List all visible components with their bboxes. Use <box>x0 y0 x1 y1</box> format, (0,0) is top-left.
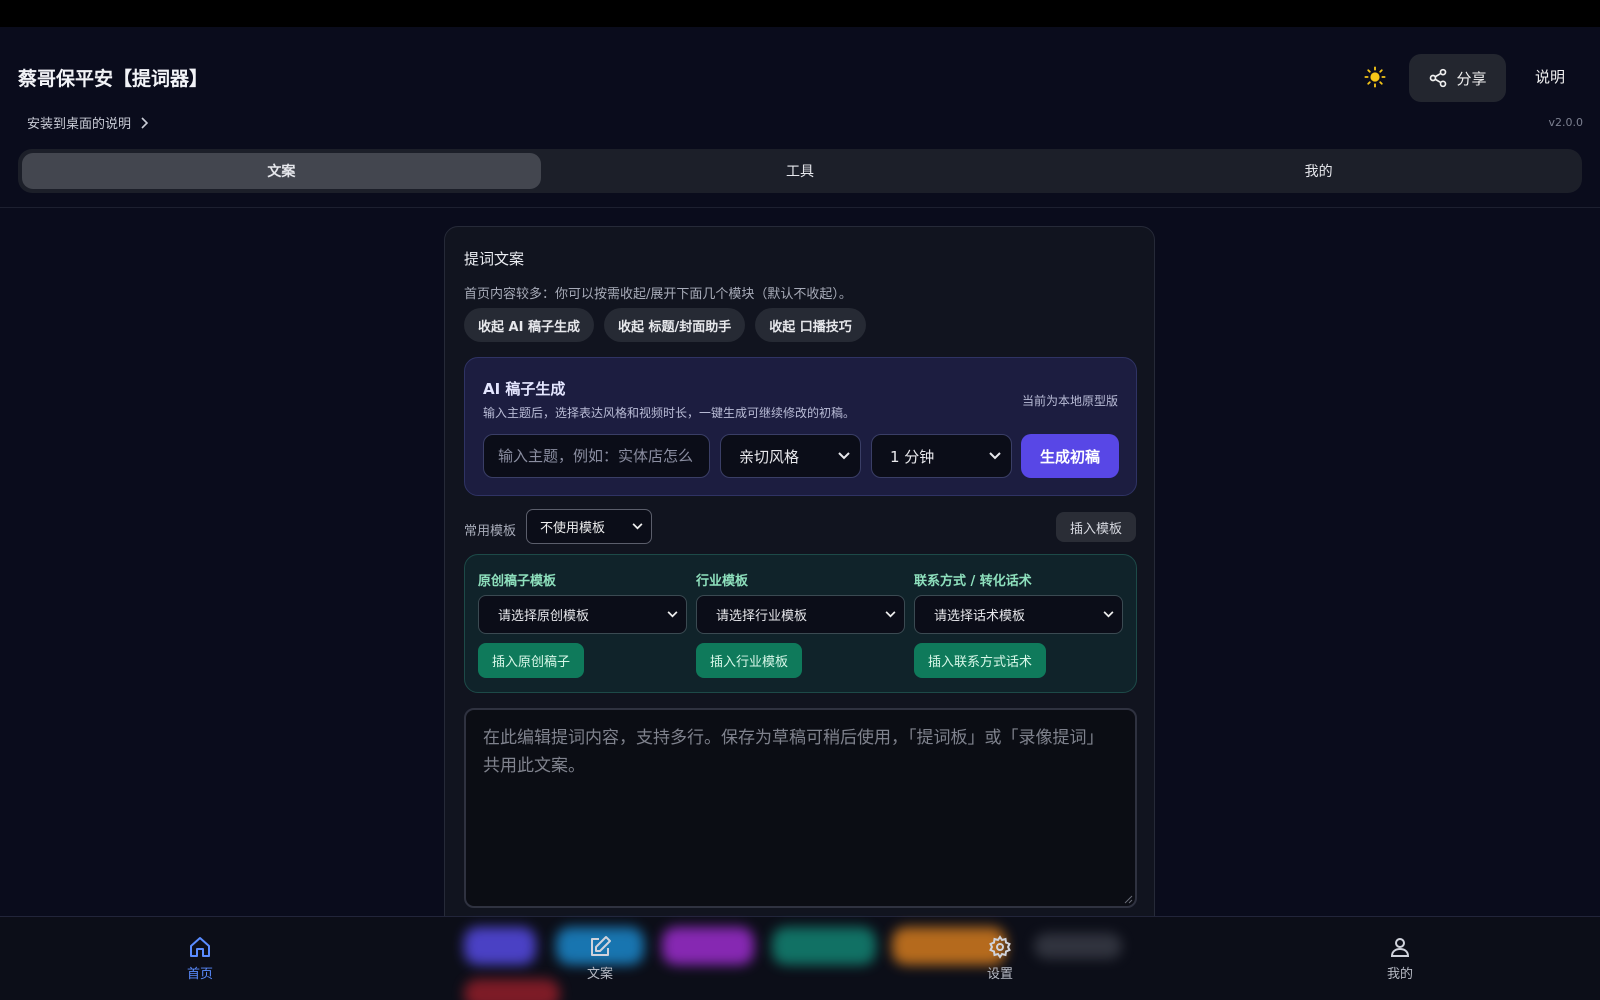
insert-original-button[interactable]: 插入原创稿子 <box>478 643 585 678</box>
template-select[interactable]: 不使用模板 <box>526 509 652 544</box>
app-title: 蔡哥保平安【提词器】 <box>18 68 209 90</box>
version-label: v2.0.0 <box>1548 116 1584 129</box>
collapse-title-helper-button[interactable]: 收起 标题/封面助手 <box>603 308 746 342</box>
industry-template-select[interactable]: 请选择行业模板 <box>696 595 905 634</box>
blurred-shortcut <box>662 927 754 965</box>
home-icon <box>190 937 210 957</box>
template-library-panel: 原创稿子模板 请选择原创模板 插入原创稿子 行业模板 请选择行业模板 插入行业模… <box>464 554 1137 693</box>
status-bar <box>0 0 1600 27</box>
share-icon <box>1430 68 1447 88</box>
collapse-ai-button[interactable]: 收起 AI 稿子生成 <box>464 308 594 342</box>
original-template-title: 原创稿子模板 <box>478 574 557 589</box>
resize-grip-icon[interactable] <box>1123 894 1133 904</box>
nav-copy-label: 文案 <box>586 967 613 982</box>
duration-select-value: 1 分钟 <box>890 447 935 466</box>
tab-mine[interactable]: 我的 <box>1059 153 1578 189</box>
nav-settings[interactable]: 设置 <box>960 935 1040 982</box>
chevron-down-icon <box>989 452 1001 460</box>
insert-industry-button[interactable]: 插入行业模板 <box>696 643 803 678</box>
contact-template-select-value: 请选择话术模板 <box>934 609 1026 624</box>
insert-contact-button[interactable]: 插入联系方式话术 <box>914 643 1047 678</box>
generate-draft-button[interactable]: 生成初稿 <box>1021 434 1119 478</box>
duration-select[interactable]: 1 分钟 <box>871 434 1012 478</box>
template-select-value: 不使用模板 <box>540 521 606 536</box>
industry-template-select-value: 请选择行业模板 <box>716 609 808 624</box>
nav-home[interactable]: 首页 <box>160 935 240 982</box>
script-editor[interactable]: 在此编辑提词内容，支持多行。保存为草稿可稍后使用，「提词板」或「录像提词」共用此… <box>464 708 1137 908</box>
card-title: 提词文案 <box>464 250 525 268</box>
blurred-shortcut <box>464 979 560 1000</box>
sun-icon <box>1364 66 1386 88</box>
chevron-down-icon <box>1103 611 1114 618</box>
header-divider <box>0 207 1600 208</box>
theme-toggle-button[interactable] <box>1362 64 1388 90</box>
chevron-down-icon <box>838 452 850 460</box>
chevron-down-icon <box>632 523 643 530</box>
nav-settings-label: 设置 <box>986 967 1013 982</box>
card-hint: 首页内容较多：你可以按需收起/展开下面几个模块（默认不收起）。 <box>464 287 852 302</box>
main-tabs: 文案 工具 我的 <box>18 149 1582 193</box>
original-template-select-value: 请选择原创模板 <box>498 609 590 624</box>
ai-draft-panel: AI 稿子生成 输入主题后，选择表达风格和视频时长，一键生成可继续修改的初稿。 … <box>464 357 1137 496</box>
install-guide-label: 安装到桌面的说明 <box>27 117 132 132</box>
bottom-navigation: 首页 文案 设置 我的 <box>0 916 1600 1000</box>
editor-placeholder: 在此编辑提词内容，支持多行。保存为草稿可稍后使用，「提词板」或「录像提词」共用此… <box>483 728 1104 776</box>
nav-mine-label: 我的 <box>1386 967 1413 982</box>
tab-copy[interactable]: 文案 <box>22 153 541 189</box>
chevron-right-icon <box>141 116 149 129</box>
blurred-shortcut <box>772 927 876 965</box>
contact-template-title: 联系方式 / 转化话术 <box>914 574 1032 589</box>
user-icon <box>1390 938 1410 957</box>
style-select[interactable]: 亲切风格 <box>720 434 861 478</box>
style-select-value: 亲切风格 <box>739 447 800 466</box>
chevron-down-icon <box>885 611 896 618</box>
blurred-shortcut <box>1034 933 1122 959</box>
collapse-speaking-tips-button[interactable]: 收起 口播技巧 <box>755 308 866 342</box>
blurred-shortcut <box>464 927 536 965</box>
ai-panel-description: 输入主题后，选择表达风格和视频时长，一键生成可继续修改的初稿。 <box>483 406 856 420</box>
nav-mine[interactable]: 我的 <box>1360 935 1440 982</box>
tab-tools[interactable]: 工具 <box>541 153 1060 189</box>
chevron-down-icon <box>667 611 678 618</box>
help-button[interactable]: 说明 <box>1520 66 1580 90</box>
gear-icon <box>989 935 1011 959</box>
original-template-select[interactable]: 请选择原创模板 <box>478 595 687 634</box>
nav-copy[interactable]: 文案 <box>560 935 640 982</box>
prototype-note: 当前为本地原型版 <box>1021 394 1118 408</box>
share-label: 分享 <box>1456 69 1487 88</box>
share-button[interactable]: 分享 <box>1409 54 1506 102</box>
template-label: 常用模板 <box>464 524 517 539</box>
industry-template-title: 行业模板 <box>696 574 749 589</box>
contact-template-select[interactable]: 请选择话术模板 <box>914 595 1123 634</box>
insert-template-button[interactable]: 插入模板 <box>1056 512 1136 542</box>
install-guide-link[interactable]: 安装到桌面的说明 <box>27 113 149 132</box>
ai-panel-title: AI 稿子生成 <box>483 380 566 398</box>
script-card: 提词文案 首页内容较多：你可以按需收起/展开下面几个模块（默认不收起）。 收起 … <box>444 226 1155 946</box>
nav-home-label: 首页 <box>186 967 213 982</box>
edit-icon <box>591 936 611 956</box>
topic-input[interactable] <box>483 434 710 478</box>
collapse-pill-row: 收起 AI 稿子生成 收起 标题/封面助手 收起 口播技巧 <box>464 308 866 342</box>
